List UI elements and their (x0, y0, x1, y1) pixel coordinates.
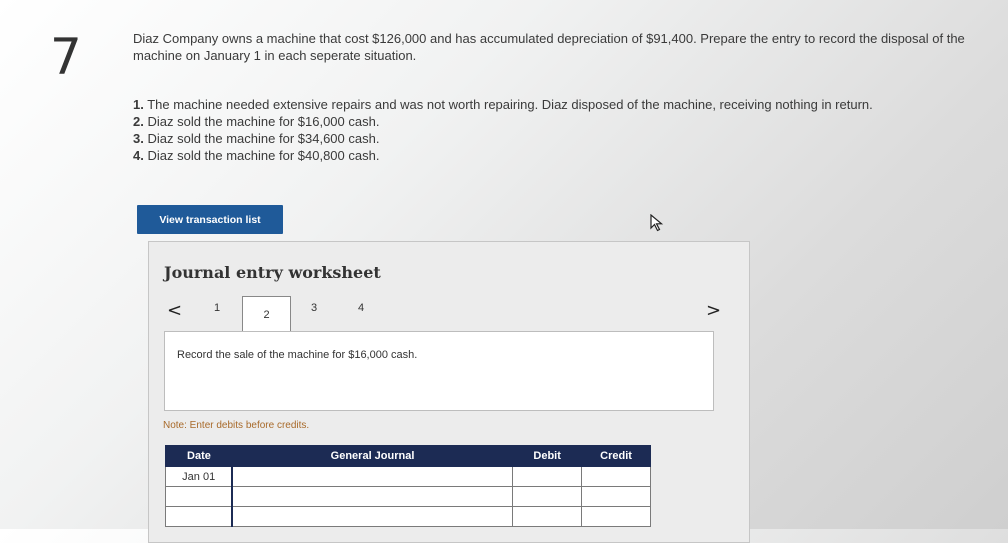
account-cell[interactable] (231, 486, 514, 507)
account-cell[interactable] (231, 466, 514, 487)
scenario-item: 1. The machine needed extensive repairs … (133, 97, 873, 112)
account-cell[interactable] (231, 506, 514, 527)
next-arrow-icon[interactable]: > (706, 300, 721, 321)
mouse-cursor-icon (650, 214, 664, 232)
date-cell[interactable] (165, 506, 233, 527)
journal-table: Date General Journal Debit Credit Jan 01 (165, 445, 651, 527)
header-general-journal: General Journal (231, 445, 514, 467)
problem-statement: Diaz Company owns a machine that cost $1… (133, 31, 965, 63)
entry-description-box: Record the sale of the machine for $16,0… (164, 331, 714, 411)
question-number: 7 (50, 28, 82, 86)
journal-entry-worksheet: Journal entry worksheet < 1 2 3 4 > Reco… (148, 241, 750, 543)
page-tab-2-active[interactable]: 2 (242, 296, 291, 334)
entry-description: Record the sale of the machine for $16,0… (177, 349, 418, 361)
credit-cell[interactable] (581, 506, 651, 527)
table-row (165, 506, 651, 527)
scenario-item: 4. Diaz sold the machine for $40,800 cas… (133, 148, 380, 163)
debit-cell[interactable] (512, 506, 583, 527)
scenario-item: 3. Diaz sold the machine for $34,600 cas… (133, 131, 380, 146)
page-tab-3[interactable]: 3 (304, 302, 324, 314)
header-credit: Credit (581, 445, 651, 467)
date-cell[interactable]: Jan 01 (165, 466, 233, 487)
page-tab-1[interactable]: 1 (207, 302, 227, 314)
note-text: Note: Enter debits before credits. (163, 420, 310, 431)
view-transaction-list-button[interactable]: View transaction list (137, 205, 283, 234)
page-tab-4[interactable]: 4 (351, 302, 371, 314)
table-row: Jan 01 (165, 466, 651, 487)
previous-arrow-icon[interactable]: < (167, 300, 182, 321)
table-row (165, 486, 651, 507)
date-cell[interactable] (165, 486, 233, 507)
debit-cell[interactable] (512, 466, 583, 487)
header-debit: Debit (512, 445, 583, 467)
table-header-row: Date General Journal Debit Credit (165, 445, 651, 467)
credit-cell[interactable] (581, 466, 651, 487)
worksheet-title: Journal entry worksheet (164, 263, 381, 282)
scenario-item: 2. Diaz sold the machine for $16,000 cas… (133, 114, 380, 129)
scenario-list: 1. The machine needed extensive repairs … (133, 96, 993, 164)
credit-cell[interactable] (581, 486, 651, 507)
debit-cell[interactable] (512, 486, 583, 507)
header-date: Date (165, 445, 233, 467)
